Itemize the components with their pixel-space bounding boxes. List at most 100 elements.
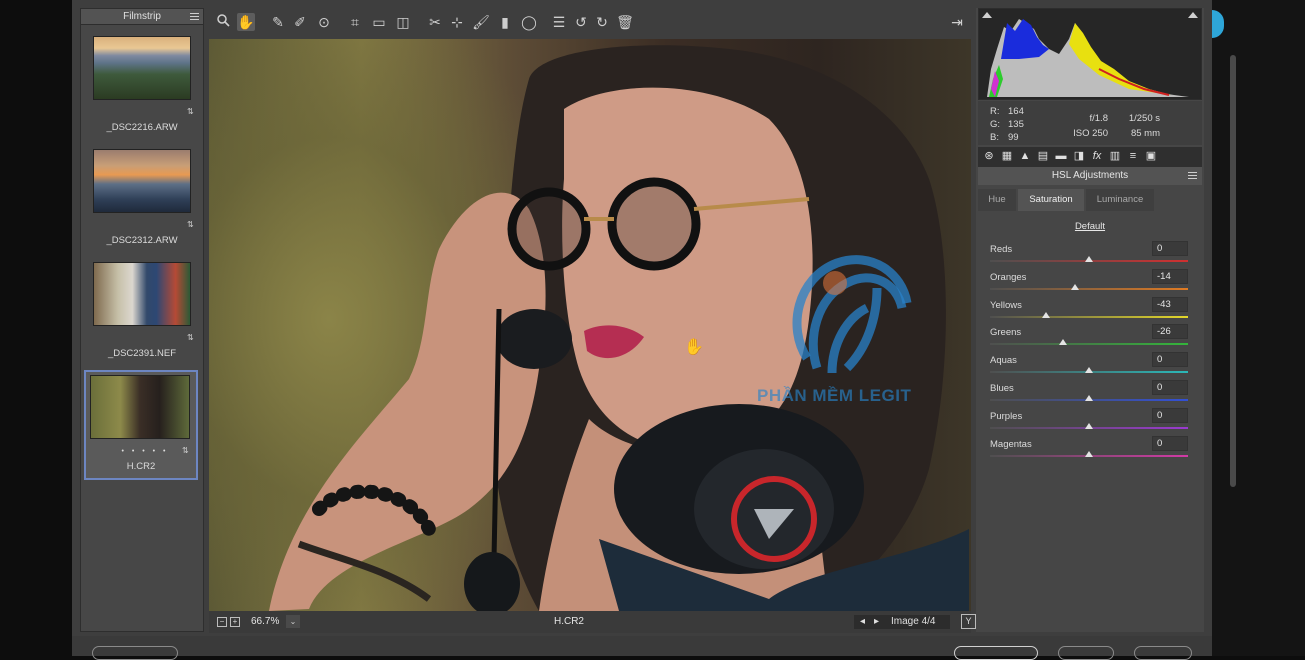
straighten-tool-icon[interactable]: ▭ xyxy=(370,13,388,31)
filmstrip-item[interactable]: ⇅ _DSC2312.ARW xyxy=(81,144,203,254)
slider-yellows[interactable]: Yellows -43 xyxy=(990,296,1190,328)
thumbnail-image xyxy=(93,262,191,326)
slider-reds[interactable]: Reds 0 xyxy=(990,241,1190,272)
thumbnail-image xyxy=(93,36,191,100)
slider-value-field[interactable]: -14 xyxy=(1152,268,1188,284)
zoom-level: 66.7% xyxy=(251,616,280,627)
done-button[interactable] xyxy=(1134,646,1192,660)
transform-tool-icon[interactable]: ◫ xyxy=(394,13,412,31)
tab-saturation[interactable]: Saturation xyxy=(1018,189,1084,211)
slider-thumb[interactable] xyxy=(1085,450,1093,457)
tab-luminance[interactable]: Luminance xyxy=(1086,189,1154,211)
shutter-value: 1/250 s xyxy=(1128,113,1160,124)
trash-icon[interactable]: 🗑 xyxy=(616,13,634,31)
slider-value-field[interactable]: 0 xyxy=(1152,380,1188,395)
white-balance-tool-icon[interactable]: ✎ xyxy=(269,13,287,31)
prev-image-icon[interactable]: ◂ xyxy=(860,616,865,627)
slider-magentas[interactable]: Magentas 0 xyxy=(990,435,1190,467)
adjustment-brush-icon[interactable]: 🖌 xyxy=(472,13,490,31)
presets-icon[interactable]: ≡ xyxy=(1126,149,1140,163)
slider-thumb[interactable] xyxy=(1059,339,1068,346)
workflow-options-link[interactable] xyxy=(484,648,784,656)
zoom-in-button[interactable]: + xyxy=(230,617,240,627)
zoom-dropdown[interactable]: ⌄ xyxy=(286,615,300,628)
hand-tool-icon[interactable]: ✋ xyxy=(237,13,255,31)
slider-track[interactable] xyxy=(990,315,1188,318)
slider-greens[interactable]: Greens -26 xyxy=(990,324,1190,355)
zoom-out-button[interactable]: − xyxy=(217,617,227,627)
thumbnail-filename: _DSC2216.ARW xyxy=(106,122,178,133)
thumbnail-filename: H.CR2 xyxy=(126,461,156,472)
default-link[interactable]: Default xyxy=(976,221,1204,232)
tab-hue[interactable]: Hue xyxy=(978,189,1016,211)
slider-label: Blues xyxy=(990,383,1014,394)
slider-thumb[interactable] xyxy=(1042,311,1051,318)
red-eye-tool-icon[interactable]: ⊹ xyxy=(448,13,466,31)
g-label: G: xyxy=(990,119,1001,130)
slider-track[interactable] xyxy=(990,287,1188,290)
slider-label: Reds xyxy=(990,244,1013,255)
preferences-icon[interactable]: ☰ xyxy=(550,13,568,31)
slider-aquas[interactable]: Aquas 0 xyxy=(990,352,1190,383)
slider-oranges[interactable]: Oranges -14 xyxy=(990,268,1190,300)
slider-value-field[interactable]: -26 xyxy=(1152,324,1188,340)
slider-label: Oranges xyxy=(990,271,1027,283)
slider-purples[interactable]: Purples 0 xyxy=(990,407,1190,439)
slider-value-field[interactable]: 0 xyxy=(1152,435,1188,451)
thumbnail-filename: _DSC2312.ARW xyxy=(106,235,178,246)
color-sampler-tool-icon[interactable]: ✐ xyxy=(291,13,309,31)
before-after-y-button[interactable]: Y xyxy=(961,614,976,629)
open-object-icon[interactable]: ⇥ xyxy=(948,13,966,31)
filmstrip-item[interactable]: ⇅ _DSC2216.ARW xyxy=(81,31,203,141)
targeted-adjustment-tool-icon[interactable]: ⊙ xyxy=(315,13,333,31)
slider-value-field[interactable]: -43 xyxy=(1152,296,1188,312)
slider-value-field[interactable]: 0 xyxy=(1152,407,1188,423)
slider-track[interactable] xyxy=(990,343,1188,346)
graduated-filter-icon[interactable]: ▮ xyxy=(496,13,514,31)
g-value: 135 xyxy=(1008,119,1024,130)
tone-curve-icon[interactable]: ▦ xyxy=(1000,149,1014,163)
open-image-button[interactable] xyxy=(954,646,1038,660)
thumbnail-image xyxy=(90,375,190,439)
slider-thumb[interactable] xyxy=(1085,256,1093,262)
cancel-button[interactable] xyxy=(1058,646,1114,660)
focal-length-value: 85 mm xyxy=(1130,128,1160,139)
slider-blues[interactable]: Blues 0 xyxy=(990,380,1190,411)
detail-panel-icon[interactable]: ▲ xyxy=(1018,149,1032,163)
basic-panel-icon[interactable]: ⊛ xyxy=(982,149,996,163)
slider-value-field[interactable]: 0 xyxy=(1152,352,1188,368)
zoom-tool-icon[interactable] xyxy=(214,13,232,31)
svg-text:✋: ✋ xyxy=(684,337,704,356)
slider-value-field[interactable]: 0 xyxy=(1152,241,1188,256)
camera-raw-dialog: Filmstrip ⇅ _DSC2216.ARW ⇅ _DSC2312.ARW … xyxy=(72,0,1212,656)
sync-icon: ⇅ xyxy=(187,333,194,342)
next-image-icon[interactable]: ▸ xyxy=(874,616,879,627)
effects-fx-icon[interactable]: fx xyxy=(1090,149,1104,163)
split-toning-icon[interactable]: ▬ xyxy=(1054,149,1068,163)
pixel-readout: R: 164 G: 135 B: 99 f/1.8 1/250 s ISO 250 85 … xyxy=(978,101,1202,145)
slider-thumb[interactable] xyxy=(1085,422,1093,429)
crop-tool-icon[interactable]: ⌗ xyxy=(346,13,364,31)
lens-corrections-icon[interactable]: ◨ xyxy=(1072,149,1086,163)
watermark-text: PHẦN MỀM LEGIT xyxy=(757,386,912,405)
save-image-button[interactable] xyxy=(92,646,178,660)
slider-label: Aquas xyxy=(990,355,1017,367)
slider-thumb[interactable] xyxy=(1071,283,1080,290)
filmstrip-item-selected[interactable]: ⇅ • • • • • H.CR2 xyxy=(84,370,198,480)
star-rating[interactable]: • • • • • xyxy=(86,448,204,455)
slider-thumb[interactable] xyxy=(1085,395,1093,401)
filmstrip-item[interactable]: ⇅ _DSC2391.NEF xyxy=(81,257,203,367)
slider-thumb[interactable] xyxy=(1085,367,1093,374)
camera-calibration-icon[interactable]: ▥ xyxy=(1108,149,1122,163)
rotate-cw-icon[interactable]: ↻ xyxy=(593,13,611,31)
panel-tab-icons: ⊛ ▦ ▲ ▤ ▬ ◨ fx ▥ ≡ ▣ xyxy=(978,147,1202,167)
thumbnail-filename: _DSC2391.NEF xyxy=(107,348,177,359)
tool-bar: ✋ ✎ ✐ ⊙ ⌗ ▭ ◫ ✂ ⊹ 🖌 ▮ ◯ ☰ ↺ ↻ 🗑 ⇥ xyxy=(212,8,972,38)
radial-filter-icon[interactable]: ◯ xyxy=(520,13,538,31)
snapshots-icon[interactable]: ▣ xyxy=(1144,149,1158,163)
rotate-ccw-icon[interactable]: ↺ xyxy=(572,13,590,31)
spot-removal-tool-icon[interactable]: ✂ xyxy=(426,13,444,31)
panel-menu-icon[interactable] xyxy=(1188,172,1197,181)
hsl-panel-icon[interactable]: ▤ xyxy=(1036,149,1050,163)
filmstrip-menu-icon[interactable] xyxy=(190,12,199,21)
